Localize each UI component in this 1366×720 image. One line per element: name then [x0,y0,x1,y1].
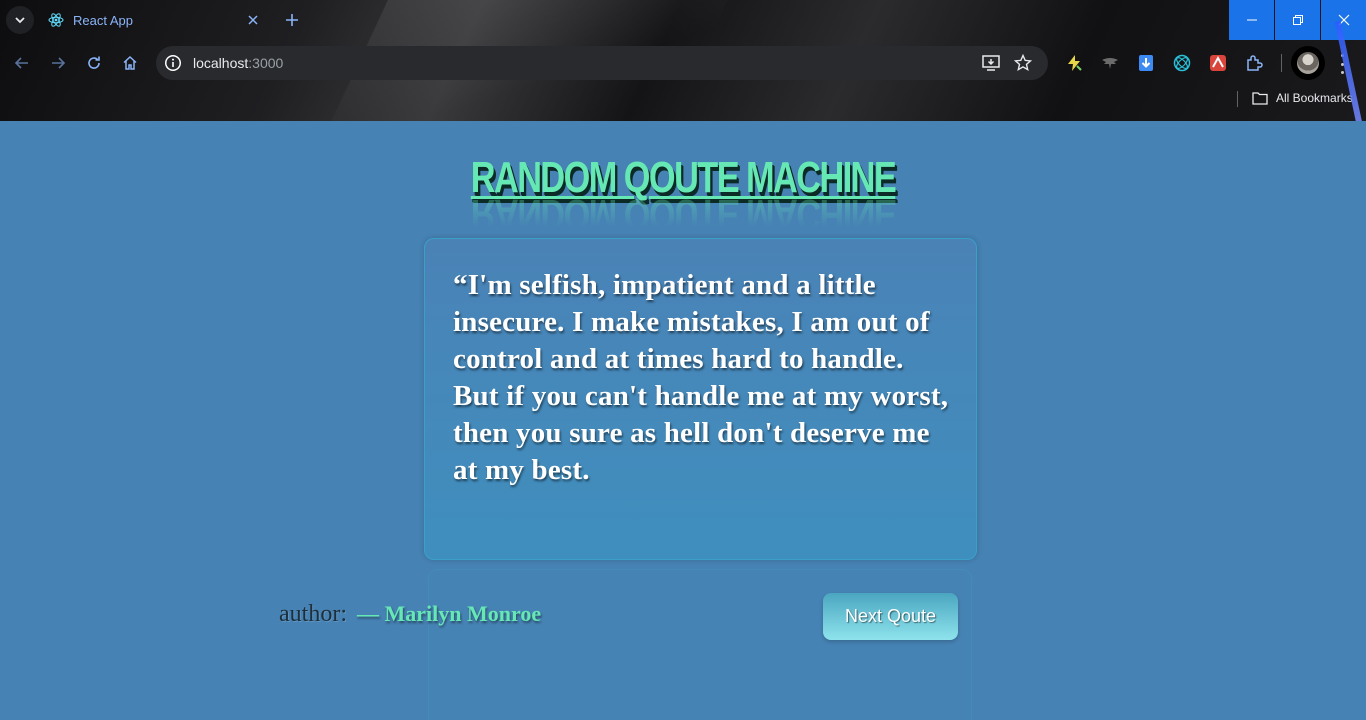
restore-icon [1292,15,1303,25]
toolbar-divider [1281,54,1282,72]
back-button[interactable] [10,51,34,75]
browser-chrome: React App localhost:3000 All Bookmarks [0,0,1366,121]
site-info-icon[interactable] [164,54,182,72]
minimize-button[interactable] [1229,0,1274,40]
url-port: :3000 [248,55,284,71]
extension-red-app[interactable] [1208,53,1228,73]
profile-button[interactable] [1291,46,1325,80]
restore-button[interactable] [1275,0,1320,40]
avatar [1297,52,1319,74]
address-bar[interactable]: localhost:3000 [156,46,1048,80]
author-name: — Marilyn Monroe [356,601,542,626]
arrow-right-icon [52,57,66,69]
minimize-icon [1246,19,1257,21]
tab-search-button[interactable] [6,6,34,34]
author-label: author: [279,601,347,627]
forward-button[interactable] [46,51,70,75]
tab-close-button[interactable] [244,11,262,29]
all-bookmarks-button[interactable]: All Bookmarks [1252,91,1353,105]
author-row: author: — Marilyn Monroe [279,601,541,628]
tab-title: React App [73,12,133,28]
bookmarks-divider [1237,91,1238,107]
close-icon [248,15,258,25]
lightning-icon [1068,55,1082,71]
arrow-left-icon [14,57,28,69]
app-title-reflection: RANDOM QOUTE MACHINE [470,199,896,239]
reload-icon [88,56,100,69]
new-tab-button[interactable] [282,10,302,30]
app-title: RANDOM QOUTE MACHINE [470,153,897,202]
puzzle-icon [1247,55,1263,71]
home-icon [123,55,137,70]
browser-menu-button[interactable] [1336,54,1348,74]
tab-react-app[interactable]: React App [40,0,272,40]
red-app-icon [1210,55,1226,71]
page-content: RANDOM QOUTE MACHINE RANDOM QOUTE MACHIN… [0,121,1366,720]
chevron-down-icon [15,17,25,24]
wings-icon [1102,58,1118,69]
atom-icon [1173,54,1191,72]
plus-icon [286,14,298,26]
quote-box-reflection: “I'm selfish, impatient and a little ins… [428,569,972,720]
extension-lightning[interactable] [1064,53,1084,73]
next-quote-button[interactable]: Next Qoute [823,593,958,640]
quote-reflection-text: “I'm selfish, impatient and a little ins… [453,569,953,570]
extension-atom[interactable] [1172,53,1192,73]
quote-box: “I'm selfish, impatient and a little ins… [424,238,977,560]
reload-button[interactable] [82,51,106,75]
extension-download[interactable] [1136,53,1156,73]
quote-text: “I'm selfish, impatient and a little ins… [453,269,949,486]
install-app-icon[interactable] [982,54,1000,72]
url-host: localhost [193,55,249,71]
home-button[interactable] [118,51,142,75]
bookmark-star-icon[interactable] [1014,54,1032,72]
all-bookmarks-label: All Bookmarks [1276,91,1353,105]
download-icon [1139,55,1153,71]
folder-icon [1252,92,1268,105]
close-icon [1338,14,1349,26]
extension-wings[interactable] [1100,53,1120,73]
extensions-menu-button[interactable] [1244,53,1264,73]
close-window-button[interactable] [1321,0,1366,40]
url-text[interactable]: localhost:3000 [193,55,283,71]
react-icon [48,13,64,27]
